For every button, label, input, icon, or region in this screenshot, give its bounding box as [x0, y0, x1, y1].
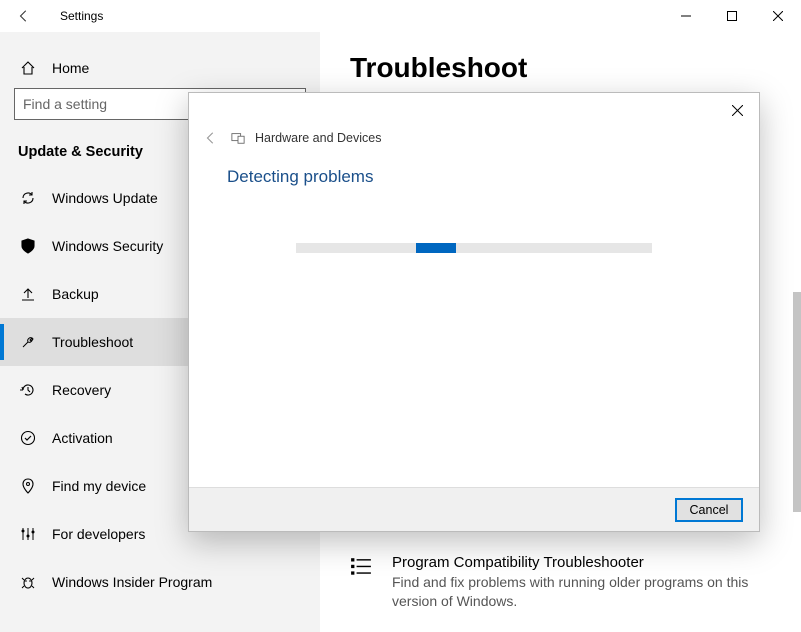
- troubleshooter-item[interactable]: Program Compatibility Troubleshooter Fin…: [350, 544, 761, 621]
- sidebar-item-label: Windows Update: [52, 190, 158, 206]
- minimize-button[interactable]: [663, 0, 709, 32]
- sidebar-item-label: Recovery: [52, 382, 111, 398]
- cancel-button[interactable]: Cancel: [675, 498, 743, 522]
- page-title: Troubleshoot: [350, 52, 761, 84]
- titlebar: Settings: [0, 0, 801, 32]
- wrench-icon: [18, 334, 38, 350]
- back-button[interactable]: [0, 0, 48, 32]
- sidebar-home-label: Home: [52, 60, 89, 76]
- upload-icon: [18, 286, 38, 302]
- shield-icon: [18, 238, 38, 254]
- dialog-back-button[interactable]: [201, 131, 221, 145]
- dialog-status: Detecting problems: [189, 145, 759, 187]
- sidebar-item-label: Backup: [52, 286, 99, 302]
- close-button[interactable]: [755, 0, 801, 32]
- scrollbar[interactable]: [793, 292, 801, 512]
- troubleshooter-desc: Find and fix problems with running older…: [392, 573, 752, 611]
- dialog-close-button[interactable]: [715, 95, 759, 125]
- troubleshooter-title: Program Compatibility Troubleshooter: [392, 554, 752, 571]
- sidebar-item-label: Windows Security: [52, 238, 163, 254]
- list-icon: [350, 554, 374, 611]
- sidebar-item-label: Troubleshoot: [52, 334, 133, 350]
- sync-icon: [18, 190, 38, 206]
- history-icon: [18, 382, 38, 398]
- sidebar-item-label: Windows Insider Program: [52, 574, 212, 590]
- sliders-icon: [18, 526, 38, 542]
- home-icon: [18, 60, 38, 76]
- window-title: Settings: [60, 9, 103, 23]
- sidebar-item-label: For developers: [52, 526, 145, 542]
- location-icon: [18, 478, 38, 494]
- sidebar-item-label: Activation: [52, 430, 113, 446]
- bug-icon: [18, 574, 38, 590]
- devices-icon: [231, 131, 245, 145]
- sidebar-home[interactable]: Home: [0, 52, 320, 88]
- sidebar-item-label: Find my device: [52, 478, 146, 494]
- check-circle-icon: [18, 430, 38, 446]
- progress-bar: [296, 243, 652, 253]
- troubleshooter-dialog: Hardware and Devices Detecting problems …: [188, 92, 760, 532]
- dialog-title: Hardware and Devices: [255, 131, 381, 145]
- maximize-button[interactable]: [709, 0, 755, 32]
- progress-chunk: [416, 243, 456, 253]
- sidebar-item-windows-insider[interactable]: Windows Insider Program: [0, 558, 320, 606]
